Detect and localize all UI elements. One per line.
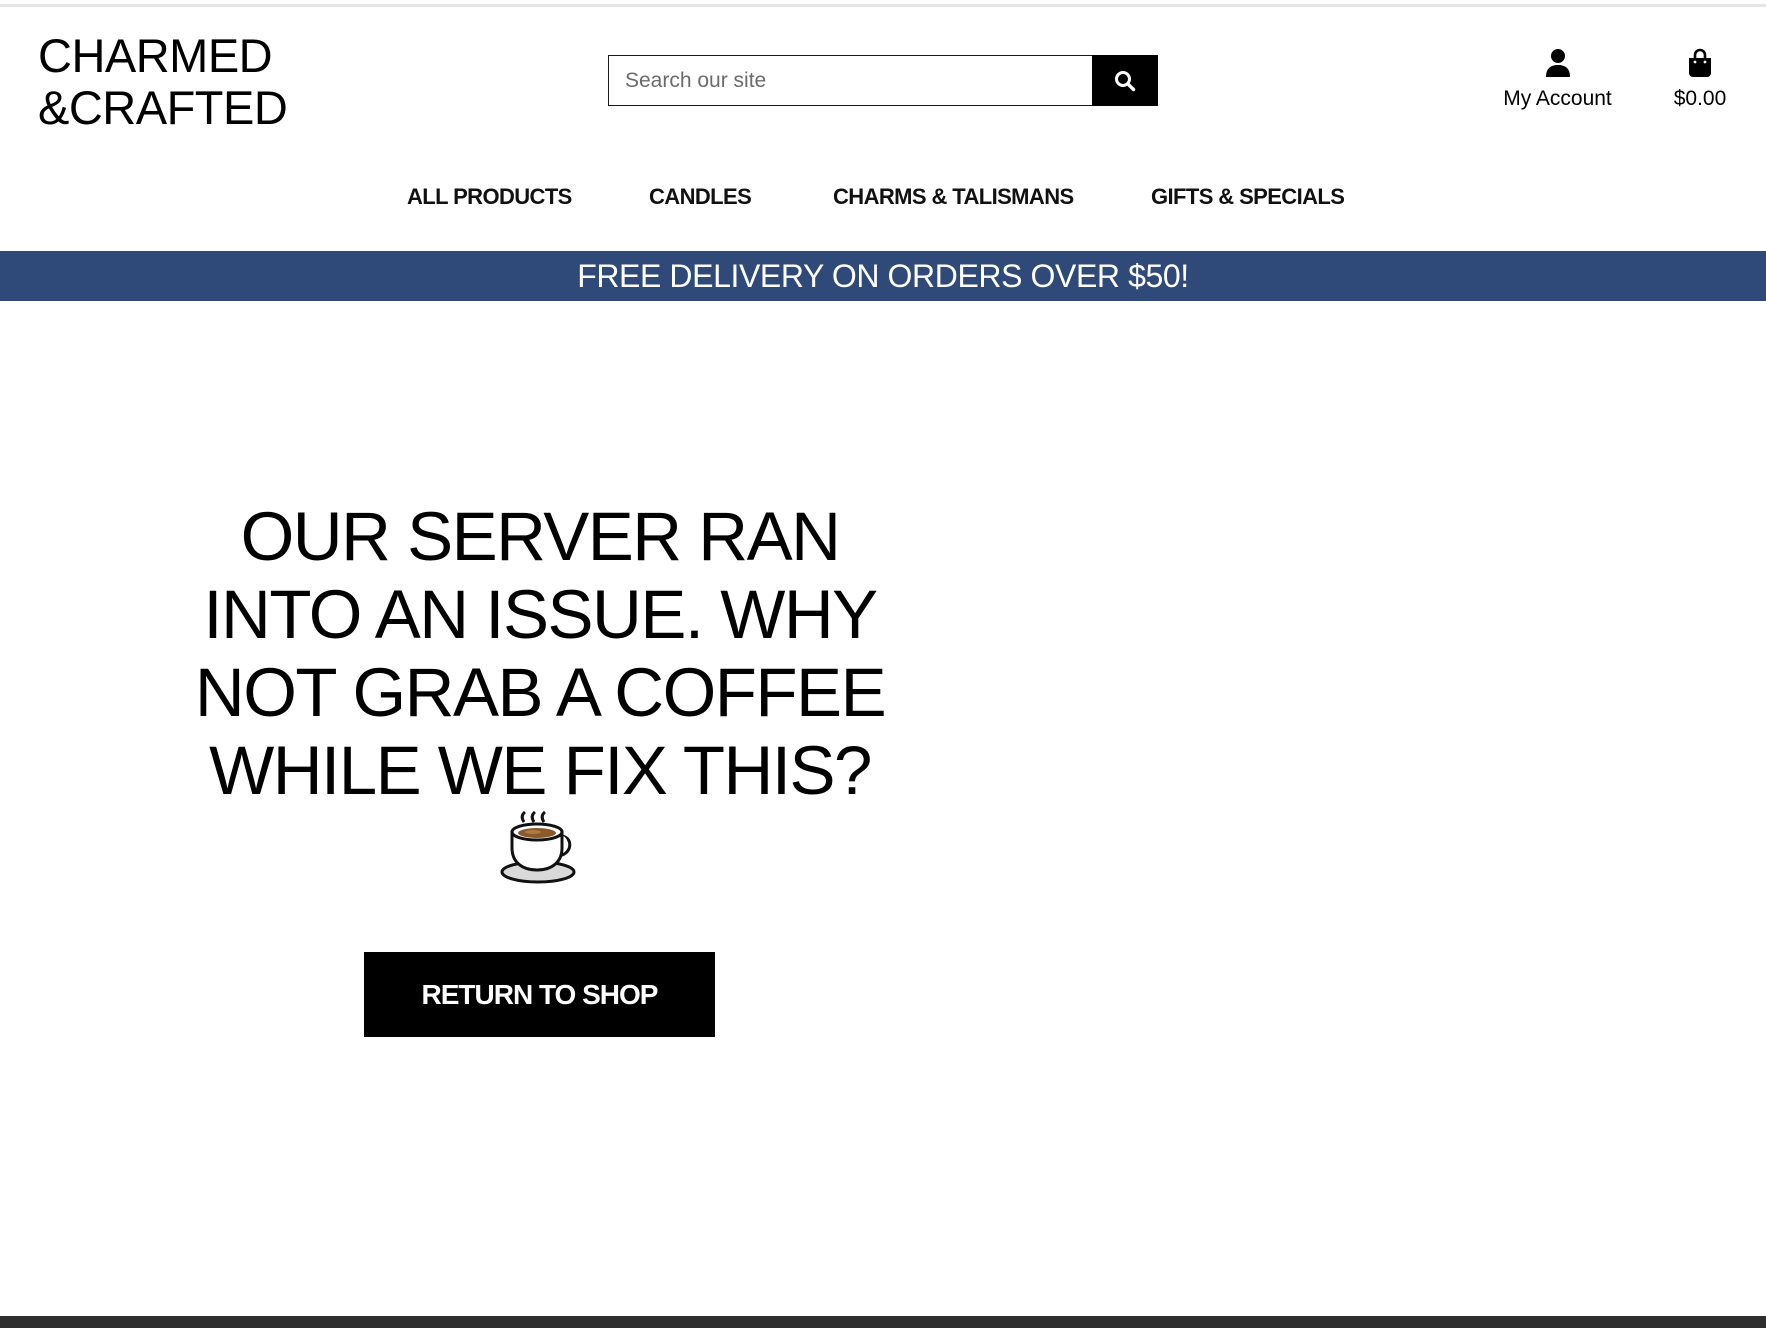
error-message: OUR SERVER RAN INTO AN ISSUE. WHY NOT GR… xyxy=(194,498,887,809)
user-icon xyxy=(1545,48,1571,78)
search-button[interactable] xyxy=(1092,55,1158,106)
top-divider xyxy=(0,4,1766,7)
nav-item-charms-talismans[interactable]: CHARMS & TALISMANS xyxy=(833,178,1074,216)
logo-line-1: CHARMED xyxy=(38,29,273,82)
nav-item-gifts-specials[interactable]: GIFTS & SPECIALS xyxy=(1151,178,1345,216)
return-to-shop-button[interactable]: RETURN TO SHOP xyxy=(364,952,715,1037)
coffee-cup-icon xyxy=(500,810,576,884)
cart-link[interactable]: $0.00 xyxy=(1660,48,1740,111)
nav-item-candles[interactable]: CANDLES xyxy=(649,178,752,216)
main-nav: ALL PRODUCTS CANDLES CHARMS & TALISMANS … xyxy=(0,178,1766,218)
free-delivery-banner: FREE DELIVERY ON ORDERS OVER $50! xyxy=(0,251,1766,301)
logo-line-2: &CRAFTED xyxy=(38,81,288,134)
search-form xyxy=(608,55,1158,106)
site-logo[interactable]: CHARMED &CRAFTED xyxy=(38,30,338,134)
search-icon xyxy=(1115,70,1136,91)
search-input[interactable] xyxy=(608,55,1092,106)
cart-total: $0.00 xyxy=(1673,87,1727,110)
my-account-label: My Account xyxy=(1503,87,1612,110)
shopping-bag-icon xyxy=(1688,48,1712,78)
footer-edge xyxy=(0,1316,1766,1328)
nav-item-all-products[interactable]: ALL PRODUCTS xyxy=(407,178,572,216)
my-account-link[interactable]: My Account xyxy=(1490,48,1625,111)
page: CHARMED &CRAFTED My Account xyxy=(0,0,1766,1328)
